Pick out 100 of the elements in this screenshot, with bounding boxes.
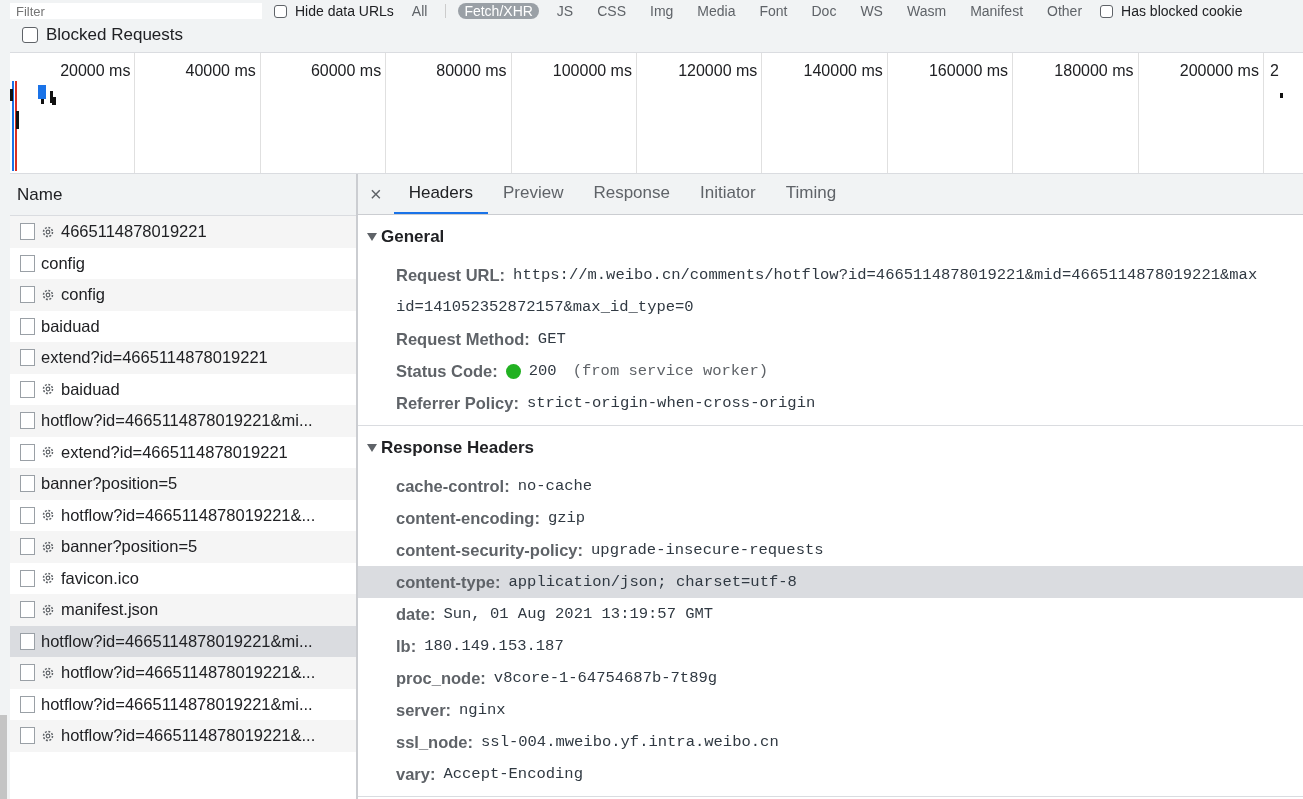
- file-icon: [20, 443, 35, 461]
- section-header[interactable]: General: [358, 215, 1303, 259]
- type-filter-button[interactable]: Wasm: [900, 3, 953, 19]
- header-name: ssl_node:: [396, 732, 474, 752]
- timeline-overview[interactable]: 20000 ms 40000 ms 60000 ms 80000 ms 100000 ms 120000 ms 140000 ms 160000 ms 180000 ms 200000 ms 2: [10, 52, 1303, 174]
- header-value: gzip: [547, 509, 586, 527]
- section-title: General: [381, 227, 445, 247]
- time-tick-label: 100000 ms: [552, 62, 632, 79]
- header-value: 200: [528, 362, 557, 380]
- header-name: content-security-policy:: [396, 540, 584, 560]
- blocked-cookies-checkbox[interactable]: Has blocked cookie: [1100, 3, 1243, 19]
- header-value: id=141052352872157&max_id_type=0: [396, 298, 694, 316]
- type-filter-button[interactable]: Img: [644, 3, 680, 19]
- type-filter-button[interactable]: All: [405, 3, 434, 19]
- header-value: 180.149.153.187: [424, 637, 564, 655]
- file-icon: [20, 601, 35, 619]
- request-name: extend?id=4665114878019221: [61, 442, 288, 462]
- header-value: application/json; charset=utf-8: [508, 573, 797, 591]
- request-name: 4665114878019221: [61, 222, 207, 242]
- close-button[interactable]: ×: [358, 174, 394, 214]
- header-value: strict-origin-when-cross-origin: [526, 394, 816, 412]
- request-row[interactable]: banner?position=5: [10, 531, 356, 563]
- file-icon: [20, 317, 35, 335]
- request-row[interactable]: manifest.json: [10, 594, 356, 626]
- file-icon: [20, 475, 35, 493]
- request-row[interactable]: banner?position=5: [10, 468, 356, 500]
- header-name: Request URL:: [396, 265, 506, 285]
- details-tab[interactable]: Initiator: [685, 174, 771, 214]
- header-value: upgrade-insecure-requests: [591, 541, 824, 559]
- type-filter-button[interactable]: CSS: [591, 3, 632, 19]
- type-filter-button[interactable]: Other: [1041, 3, 1089, 19]
- file-icon: [20, 664, 35, 682]
- request-row[interactable]: hotflow?id=4665114878019221&mi...: [10, 625, 356, 657]
- file-icon: [20, 254, 35, 272]
- file-icon: [20, 695, 35, 713]
- header-name: cache-control:: [396, 476, 510, 496]
- details-tab[interactable]: Response: [578, 174, 685, 214]
- header-name: content-encoding:: [396, 508, 540, 528]
- type-filter-button[interactable]: Doc: [805, 3, 843, 19]
- section-header[interactable]: Response Headers: [358, 426, 1303, 470]
- request-row[interactable]: config: [10, 279, 356, 311]
- header-name: lb:: [396, 636, 417, 656]
- time-tick-label: 200000 ms: [1179, 62, 1259, 79]
- details-tab[interactable]: Timing: [770, 174, 852, 214]
- header-value: v8core-1-64754687b-7t89g: [493, 669, 718, 687]
- header-value: nginx: [459, 701, 506, 719]
- type-filter-button[interactable]: Media: [691, 3, 742, 19]
- time-tick-label: 80000 ms: [436, 62, 507, 79]
- file-icon: [20, 412, 35, 430]
- request-name: config: [41, 253, 86, 273]
- request-name: hotflow?id=4665114878019221&mi...: [41, 411, 313, 431]
- header-name: Request Method:: [396, 329, 530, 349]
- header-value: ssl-004.mweibo.yf.intra.weibo.cn: [481, 733, 779, 751]
- request-name: hotflow?id=4665114878019221&...: [61, 663, 316, 683]
- request-name: extend?id=4665114878019221: [41, 348, 268, 368]
- request-name: hotflow?id=4665114878019221&...: [61, 505, 316, 525]
- column-header[interactable]: Name: [10, 174, 356, 216]
- file-icon: [20, 727, 35, 745]
- status-note: (from service worker): [572, 362, 768, 380]
- type-filter-button[interactable]: WS: [854, 3, 889, 19]
- time-tick-label: 40000 ms: [185, 62, 256, 79]
- time-tick-label: 140000 ms: [803, 62, 883, 79]
- header-name: server:: [396, 700, 452, 720]
- request-name: manifest.json: [61, 600, 159, 620]
- request-name: hotflow?id=4665114878019221&mi...: [41, 631, 313, 651]
- type-filter-button[interactable]: Font: [753, 3, 794, 19]
- section-title: Response Headers: [381, 438, 535, 458]
- status-dot: [505, 363, 521, 379]
- file-icon: [20, 380, 35, 398]
- file-icon: [20, 349, 35, 367]
- header-value: Accept-Encoding: [443, 765, 583, 783]
- request-name: banner?position=5: [41, 474, 178, 494]
- time-tick-label: 60000 ms: [310, 62, 382, 79]
- request-name: config: [61, 285, 106, 305]
- time-tick-label: 2: [1269, 62, 1279, 79]
- request-row[interactable]: hotflow?id=4665114878019221&mi...: [10, 405, 356, 437]
- scrollbar-thumb[interactable]: [0, 715, 7, 799]
- details-tab[interactable]: Preview: [487, 174, 579, 214]
- request-row[interactable]: hotflow?id=4665114878019221&...: [10, 720, 356, 752]
- request-name: baiduad: [41, 316, 100, 336]
- hide-data-urls-checkbox[interactable]: Hide data URLs: [274, 3, 394, 19]
- details-tab[interactable]: Headers: [393, 174, 488, 214]
- request-row[interactable]: 4665114878019221: [10, 216, 356, 248]
- request-row[interactable]: hotflow?id=4665114878019221&...: [10, 657, 356, 689]
- request-name: baiduad: [61, 379, 120, 399]
- request-name: favicon.ico: [61, 568, 139, 588]
- header-value: https://m.weibo.cn/comments/hotflow?id=4665114878019221&mid=4665114878019221&max: [513, 266, 1258, 284]
- file-icon: [20, 506, 35, 524]
- time-tick-label: 120000 ms: [678, 62, 758, 79]
- header-name: content-type:: [396, 572, 501, 592]
- type-filter-button[interactable]: Manifest: [964, 3, 1030, 19]
- blocked-requests-checkbox[interactable]: Blocked Requests: [22, 25, 184, 45]
- filter-field[interactable]: Filter: [10, 3, 262, 19]
- triangle-icon: [367, 232, 377, 242]
- header-name: Referrer Policy:: [396, 393, 519, 413]
- time-tick-label: 180000 ms: [1054, 62, 1134, 79]
- header-name: date:: [396, 604, 436, 624]
- request-row[interactable]: extend?id=4665114878019221: [10, 342, 356, 374]
- type-filter-button[interactable]: JS: [550, 3, 580, 19]
- request-name: banner?position=5: [61, 537, 198, 557]
